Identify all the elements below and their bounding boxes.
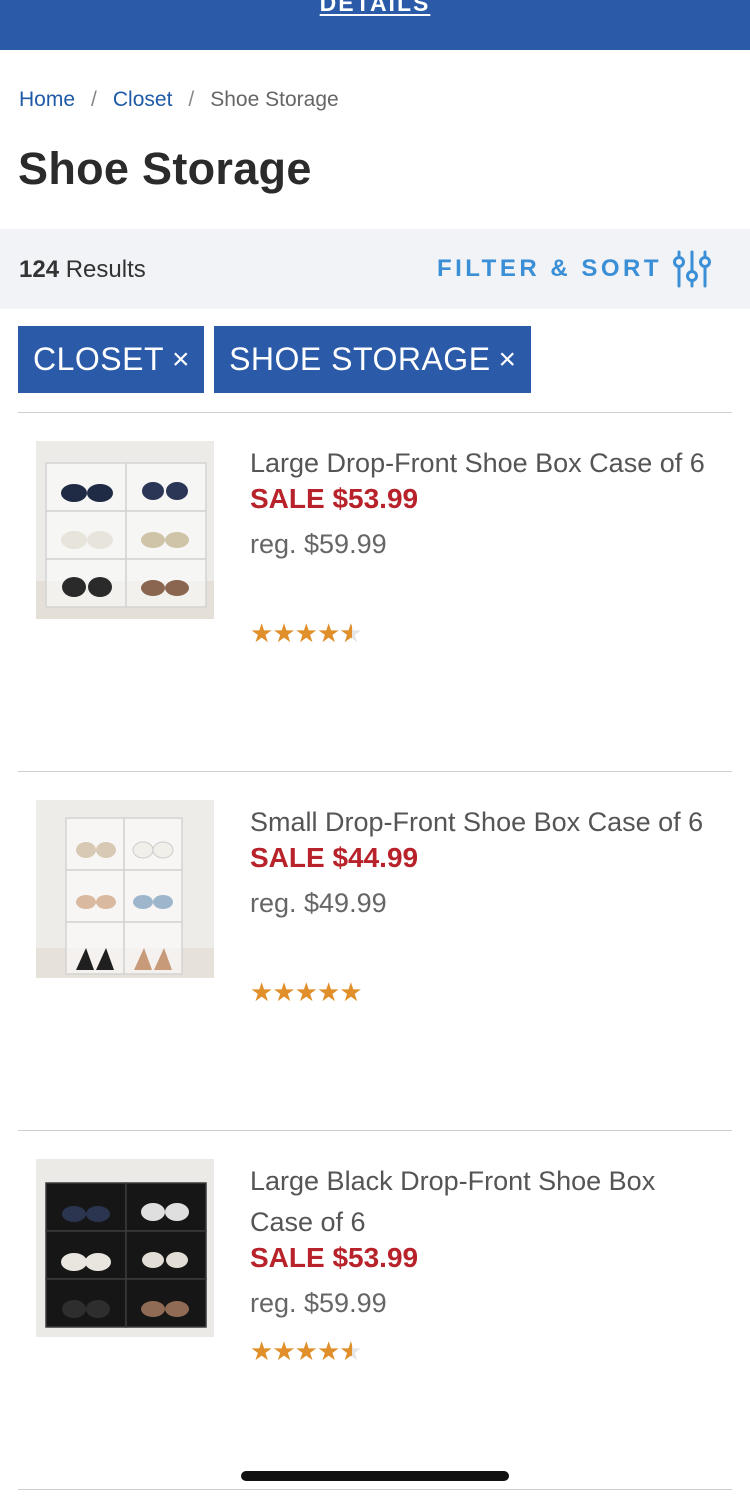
star-icon: ★ (316, 977, 340, 1007)
breadcrumb: Home / Closet / Shoe Storage (19, 88, 339, 112)
results-label: Results (65, 256, 146, 283)
filter-chip-closet[interactable]: CLOSET × (18, 326, 205, 393)
page: DETAILS Home / Closet / Shoe Storage Sho… (0, 0, 750, 1496)
results-number: 124 (19, 256, 60, 283)
star-icon: ★ (316, 1336, 340, 1366)
chip-label: SHOE STORAGE (229, 341, 491, 377)
filter-sort-button[interactable]: FILTER & SORT (437, 249, 712, 289)
page-title: Shoe Storage (18, 143, 312, 194)
half-star-icon: ★ ★ (339, 618, 362, 648)
product-info: Large Black Drop-Front Shoe Box Case of … (250, 1161, 710, 1323)
half-star-icon: ★ ★ (339, 1336, 362, 1366)
product-image[interactable] (36, 1159, 214, 1337)
sale-price: SALE $44.99 (250, 842, 419, 873)
star-rating[interactable]: ★★★★★ ★ (250, 1336, 363, 1367)
divider (18, 1489, 732, 1490)
sale-price: SALE $53.99 (250, 1242, 419, 1273)
star-icon: ★ (272, 618, 295, 648)
filter-chip-shoe-storage[interactable]: SHOE STORAGE × (214, 326, 531, 393)
promo-banner: DETAILS (0, 0, 750, 50)
regular-price: reg. $59.99 (250, 1288, 387, 1318)
results-bar: 124 Results FILTER & SORT (0, 229, 750, 309)
product-card[interactable]: Large Black Drop-Front Shoe Box Case of … (18, 1131, 732, 1489)
close-icon[interactable]: × (172, 343, 190, 377)
promo-details-link[interactable]: DETAILS (0, 0, 750, 17)
star-rating[interactable]: ★★★★★ ★ (250, 618, 363, 649)
star-icon: ★ (316, 618, 340, 648)
product-name-link[interactable]: Large Black Drop-Front Shoe Box Case of … (250, 1161, 710, 1243)
product-info: Small Drop-Front Shoe Box Case of 6 SALE… (250, 802, 710, 923)
filter-sort-label: FILTER & SORT (436, 255, 662, 282)
star-icon: ★ (272, 1336, 295, 1366)
active-filters: CLOSET × SHOE STORAGE × (18, 326, 531, 393)
home-indicator[interactable] (241, 1471, 509, 1481)
results-count: 124 Results (19, 256, 146, 284)
star-icon: ★ (294, 618, 318, 648)
star-icon: ★ (294, 977, 318, 1007)
sale-price: SALE $53.99 (250, 483, 419, 514)
product-image[interactable] (36, 441, 214, 619)
breadcrumb-home-link[interactable]: Home (19, 88, 75, 112)
breadcrumb-separator: / (188, 88, 195, 111)
product-info: Large Drop-Front Shoe Box Case of 6 SALE… (250, 443, 710, 564)
product-card[interactable]: Large Drop-Front Shoe Box Case of 6 SALE… (18, 413, 732, 771)
star-icon: ★ (294, 1336, 318, 1366)
star-icon: ★ (250, 977, 273, 1007)
star-icon: ★ (250, 618, 273, 648)
star-icon: ★ (272, 977, 295, 1007)
star-icon: ★ (339, 977, 362, 1007)
breadcrumb-separator: / (91, 88, 97, 111)
breadcrumb-current: Shoe Storage (210, 88, 339, 111)
sliders-icon (673, 250, 711, 288)
star-icon: ★ (250, 1336, 273, 1366)
regular-price: reg. $59.99 (250, 529, 387, 559)
product-name-link[interactable]: Small Drop-Front Shoe Box Case of 6 (250, 802, 710, 843)
regular-price: reg. $49.99 (250, 888, 387, 918)
product-image[interactable] (36, 800, 214, 978)
breadcrumb-closet-link[interactable]: Closet (113, 88, 173, 112)
close-icon[interactable]: × (499, 343, 517, 377)
product-card[interactable]: Small Drop-Front Shoe Box Case of 6 SALE… (18, 772, 732, 1130)
product-name-link[interactable]: Large Drop-Front Shoe Box Case of 6 (250, 443, 710, 484)
star-rating[interactable]: ★★★★★ (250, 977, 363, 1008)
chip-label: CLOSET (33, 341, 165, 377)
